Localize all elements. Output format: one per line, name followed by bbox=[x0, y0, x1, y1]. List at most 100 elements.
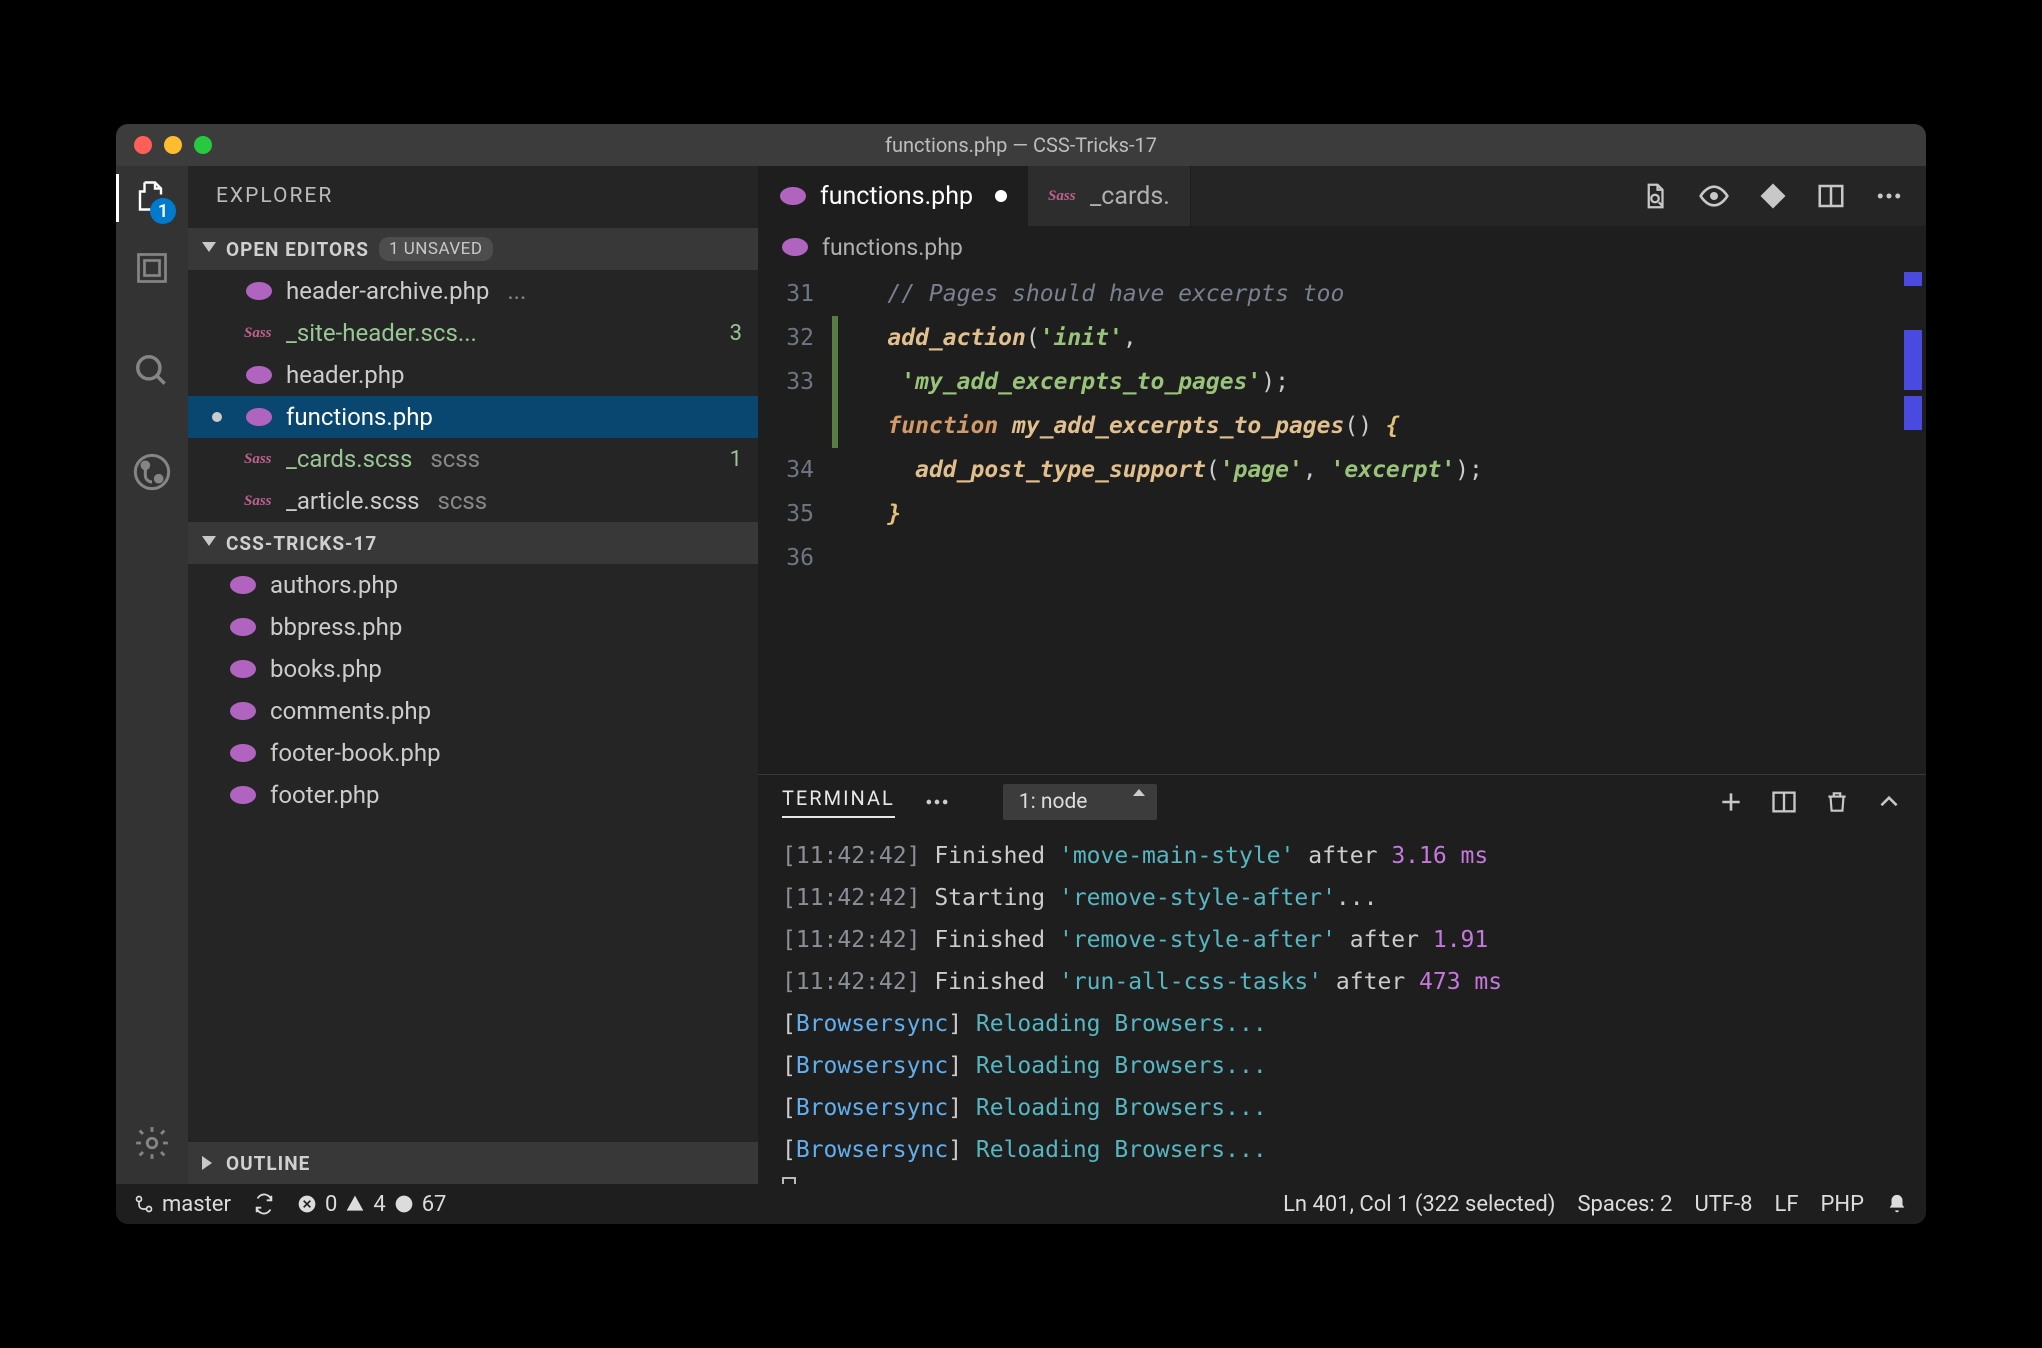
sass-file-icon: Sass bbox=[1048, 185, 1078, 207]
open-editor-item[interactable]: Sass_article.scssscss bbox=[188, 480, 758, 522]
title-bar[interactable]: functions.php — CSS-Tricks-17 bbox=[116, 124, 1926, 166]
find-in-file-icon[interactable] bbox=[1640, 181, 1670, 211]
sass-file-icon: Sass bbox=[244, 490, 274, 512]
file-name: _cards.scss bbox=[286, 445, 412, 473]
new-terminal-icon[interactable] bbox=[1718, 789, 1744, 815]
twisty-down-icon bbox=[202, 536, 216, 550]
project-file-list: authors.php bbpress.php books.php comments.… bbox=[188, 564, 758, 1142]
php-file-icon bbox=[244, 364, 274, 386]
unsaved-badge: 1 UNSAVED bbox=[379, 237, 493, 261]
terminal-tab[interactable]: TERMINAL bbox=[782, 786, 895, 818]
path-ellipsis: ... bbox=[507, 277, 526, 305]
php-file-icon bbox=[228, 784, 258, 806]
minimap[interactable] bbox=[1898, 268, 1926, 774]
source-control-activity-icon[interactable] bbox=[132, 452, 172, 496]
twisty-down-icon bbox=[202, 242, 216, 256]
php-file-icon bbox=[228, 700, 258, 722]
sidebar-title: EXPLORER bbox=[188, 166, 758, 228]
sass-file-icon: Sass bbox=[244, 322, 274, 344]
encoding-status[interactable]: UTF-8 bbox=[1695, 1192, 1753, 1217]
tab-label: _cards. bbox=[1090, 182, 1170, 211]
editor-tab[interactable]: functions.php bbox=[758, 166, 1028, 226]
terminal-selector[interactable]: 1: node bbox=[1003, 784, 1158, 820]
error-count: 0 bbox=[325, 1192, 337, 1217]
sync-status[interactable] bbox=[253, 1193, 275, 1215]
diff-icon[interactable] bbox=[1758, 181, 1788, 211]
project-section-header[interactable]: CSS-TRICKS-17 bbox=[188, 522, 758, 564]
open-editors-list: header-archive.php...Sass_site-header.sc… bbox=[188, 270, 758, 522]
project-file-item[interactable]: bbpress.php bbox=[188, 606, 758, 648]
breadcrumb-file: functions.php bbox=[822, 234, 963, 261]
file-name: comments.php bbox=[270, 697, 431, 725]
outline-section-header[interactable]: OUTLINE bbox=[188, 1142, 758, 1184]
activity-bar: 1 bbox=[116, 166, 188, 1184]
maximize-panel-icon[interactable] bbox=[1876, 789, 1902, 815]
open-editor-item[interactable]: Sass_site-header.scs...3 bbox=[188, 312, 758, 354]
open-editor-item[interactable]: header-archive.php... bbox=[188, 270, 758, 312]
window-title: functions.php — CSS-Tricks-17 bbox=[116, 133, 1926, 157]
project-file-item[interactable]: comments.php bbox=[188, 690, 758, 732]
explorer-badge: 1 bbox=[150, 198, 176, 224]
split-terminal-icon[interactable] bbox=[1770, 788, 1798, 816]
project-file-item[interactable]: footer-book.php bbox=[188, 732, 758, 774]
vscode-window: functions.php — CSS-Tricks-17 1 bbox=[116, 124, 1926, 1224]
file-name: bbpress.php bbox=[270, 613, 402, 641]
project-file-item[interactable]: authors.php bbox=[188, 564, 758, 606]
problems-status[interactable]: 0 4 67 bbox=[297, 1192, 446, 1217]
settings-gear-icon[interactable] bbox=[133, 1124, 171, 1166]
php-file-icon bbox=[228, 616, 258, 638]
kill-terminal-icon[interactable] bbox=[1824, 789, 1850, 815]
file-suffix: scss bbox=[430, 445, 480, 473]
breadcrumb-bar[interactable]: functions.php bbox=[758, 226, 1926, 268]
terminal-cursor bbox=[782, 1177, 796, 1184]
open-editors-section-header[interactable]: OPEN EDITORS 1 UNSAVED bbox=[188, 228, 758, 270]
file-name: books.php bbox=[270, 655, 382, 683]
language-mode[interactable]: PHP bbox=[1821, 1192, 1864, 1217]
php-file-icon bbox=[228, 574, 258, 596]
php-file-icon bbox=[228, 742, 258, 764]
line-number-gutter: 313233 343536 bbox=[758, 268, 832, 774]
editor-actions bbox=[1618, 166, 1926, 226]
file-name: functions.php bbox=[286, 403, 433, 431]
notifications-bell-icon[interactable] bbox=[1886, 1193, 1908, 1215]
preview-icon[interactable] bbox=[1698, 180, 1730, 212]
terminal-output[interactable]: [11:42:42] Finished 'move-main-style' af… bbox=[758, 829, 1926, 1184]
open-editor-item[interactable]: Sass_cards.scssscss1 bbox=[188, 438, 758, 480]
terminal-selector-value: 1: node bbox=[1003, 784, 1158, 820]
warning-count: 4 bbox=[373, 1192, 385, 1217]
search-activity-icon[interactable] bbox=[133, 352, 171, 394]
project-file-item[interactable]: footer.php bbox=[188, 774, 758, 816]
scm-activity-icon[interactable] bbox=[134, 250, 170, 290]
editor-area: functions.php Sass _cards. bbox=[758, 166, 1926, 1184]
php-file-icon bbox=[778, 185, 808, 207]
panel-more-icon[interactable] bbox=[923, 788, 951, 816]
explorer-activity-icon[interactable]: 1 bbox=[134, 178, 170, 218]
explorer-sidebar: EXPLORER OPEN EDITORS 1 UNSAVED header-a… bbox=[188, 166, 758, 1184]
panel-tab-row: TERMINAL 1: node bbox=[758, 775, 1926, 829]
file-name: authors.php bbox=[270, 571, 398, 599]
git-change-count: 3 bbox=[730, 321, 742, 346]
outline-label: OUTLINE bbox=[226, 1152, 310, 1175]
php-file-icon bbox=[780, 236, 810, 258]
editor-tab[interactable]: Sass _cards. bbox=[1028, 166, 1191, 226]
file-name: header.php bbox=[286, 361, 404, 389]
open-editor-item[interactable]: header.php bbox=[188, 354, 758, 396]
git-branch-status[interactable]: master bbox=[134, 1192, 231, 1217]
php-file-icon bbox=[228, 658, 258, 680]
tab-label: functions.php bbox=[820, 182, 973, 211]
minimize-window-button[interactable] bbox=[164, 136, 182, 154]
project-label: CSS-TRICKS-17 bbox=[226, 532, 377, 555]
indentation-status[interactable]: Spaces: 2 bbox=[1577, 1192, 1672, 1217]
split-editor-icon[interactable] bbox=[1816, 181, 1846, 211]
maximize-window-button[interactable] bbox=[194, 136, 212, 154]
open-editors-label: OPEN EDITORS bbox=[226, 238, 369, 261]
code-lines[interactable]: // Pages should have excerpts too add_ac… bbox=[832, 268, 1898, 774]
code-editor[interactable]: 313233 343536 // Pages should have excer… bbox=[758, 268, 1926, 774]
close-window-button[interactable] bbox=[134, 136, 152, 154]
open-editor-item[interactable]: functions.php bbox=[188, 396, 758, 438]
eol-status[interactable]: LF bbox=[1775, 1192, 1799, 1217]
project-file-item[interactable]: books.php bbox=[188, 648, 758, 690]
php-file-icon bbox=[244, 406, 274, 428]
more-actions-icon[interactable] bbox=[1874, 181, 1904, 211]
cursor-position[interactable]: Ln 401, Col 1 (322 selected) bbox=[1283, 1192, 1555, 1217]
